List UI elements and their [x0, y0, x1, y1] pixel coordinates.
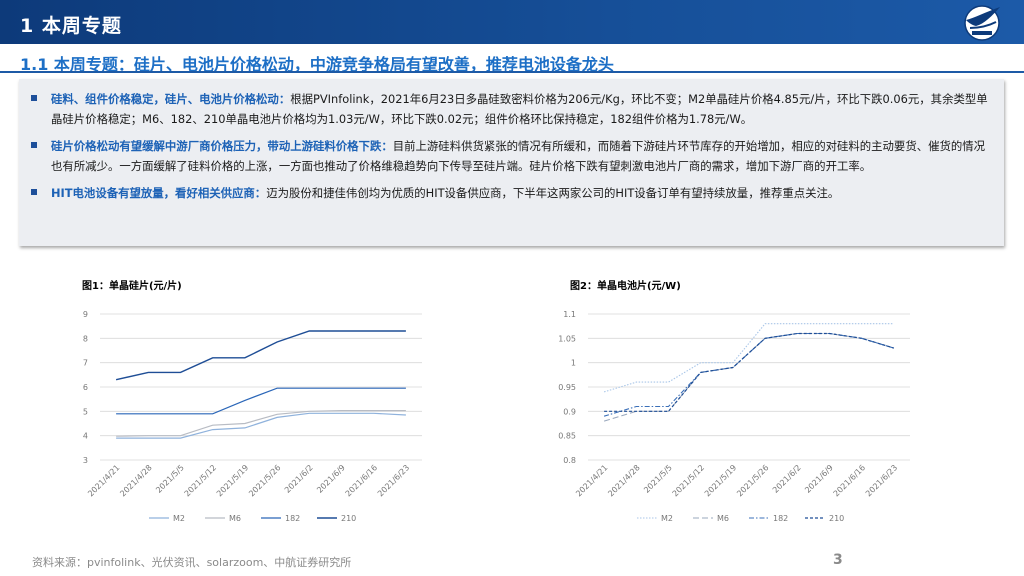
series-line-M2: [603, 323, 894, 393]
x-tick-label: 2021/5/12: [183, 463, 218, 498]
x-tick-label: 2021/5/12: [671, 463, 706, 498]
series-line-182: [603, 332, 895, 417]
legend-label: M6: [229, 514, 241, 523]
bullet-square-icon: [31, 142, 37, 148]
legend-label: M2: [661, 514, 673, 523]
series-line-M6: [116, 409, 406, 437]
page-number: 3: [833, 552, 843, 568]
footer-source: 资料来源：pvinfolink、光伏资讯、solarzoom、中航证券研究所: [32, 556, 352, 569]
y-tick-label: 0.85: [558, 432, 576, 441]
bullet-heading: HIT电池设备有望放量，看好相关供应商：: [51, 186, 267, 200]
x-tick-label: 2021/5/5: [154, 463, 186, 495]
bullet-body: 迈为股份和捷佳伟创均为优质的HIT设备供应商，下半年这两家公司的HIT设备订单有…: [266, 186, 840, 200]
x-tick-label: 2021/4/21: [574, 463, 609, 498]
x-tick-label: 2021/5/19: [703, 463, 738, 498]
legend-label: 182: [773, 514, 788, 523]
y-tick-label: 8: [83, 334, 88, 343]
y-tick-label: 6: [83, 383, 88, 392]
x-tick-label: 2021/4/21: [86, 463, 121, 498]
x-tick-label: 2021/4/28: [606, 463, 641, 498]
legend-label: M6: [717, 514, 729, 523]
y-tick-label: 9: [83, 310, 88, 319]
x-tick-label: 2021/6/23: [864, 463, 899, 498]
y-tick-label: 3: [83, 456, 88, 465]
cell-price-chart: 0.8 0.85 0.9 0.95 1 1.05 1.1 2021/4/212021/4/28…: [558, 310, 910, 523]
x-tick-label: 2021/5/26: [735, 463, 770, 498]
y-tick-label: 0.95: [558, 383, 576, 392]
y-tick-label: 1.1: [563, 310, 576, 319]
bullet-item: 硅片价格松动有望缓解中游厂商价格压力，带动上游硅料价格下跌：目前上游硅料供货紧张…: [31, 136, 990, 176]
series-line-M6: [603, 332, 895, 422]
company-logo-icon: [964, 5, 1000, 41]
legend-label: 210: [341, 514, 356, 523]
y-tick-label: 0.9: [563, 407, 576, 416]
bullet-heading: 硅片价格松动有望缓解中游厂商价格压力，带动上游硅料价格下跌：: [51, 139, 393, 153]
y-tick-label: 1: [571, 359, 576, 368]
header-bar: [0, 0, 1024, 44]
y-tick-label: 4: [83, 432, 88, 441]
x-tick-label: 2021/4/28: [118, 463, 153, 498]
y-tick-label: 7: [83, 359, 88, 368]
y-tick-label: 0.8: [563, 456, 576, 465]
chart-title-wafer: 图1：单晶硅片(元/片): [82, 281, 182, 292]
bullet-square-icon: [31, 189, 37, 195]
x-tick-label: 2021/5/26: [247, 463, 282, 498]
x-tick-label: 2021/6/16: [832, 463, 867, 498]
legend-label: 182: [285, 514, 300, 523]
wafer-price-chart: 34567892021/4/212021/4/28 2021/5/52021/5/…: [83, 310, 422, 523]
legend-label: 210: [829, 514, 844, 523]
series-line-182: [116, 387, 406, 415]
x-tick-label: 2021/6/16: [344, 463, 379, 498]
x-tick-label: 2021/6/23: [376, 463, 411, 498]
page-title: 1 本周专题: [20, 15, 122, 37]
subtitle-divider: [0, 71, 1024, 73]
legend-label: M2: [173, 514, 185, 523]
y-tick-label: 1.05: [558, 334, 576, 343]
chart-title-cell: 图2：单晶电池片(元/W): [570, 281, 681, 292]
bullet-item: 硅料、组件价格稳定，硅片、电池片价格松动：根据PVInfolink，2021年6…: [31, 89, 990, 129]
x-tick-label: 2021/6/2: [771, 463, 803, 495]
bullet-item: HIT电池设备有望放量，看好相关供应商：迈为股份和捷佳伟创均为优质的HIT设备供…: [31, 183, 990, 203]
x-tick-label: 2021/6/9: [803, 463, 835, 495]
x-tick-label: 2021/5/19: [215, 463, 250, 498]
series-line-210: [604, 332, 895, 412]
bullet-square-icon: [31, 95, 37, 101]
x-tick-label: 2021/5/5: [642, 463, 674, 495]
x-tick-label: 2021/6/9: [315, 463, 347, 495]
series-line-M2: [116, 412, 406, 439]
x-tick-label: 2021/6/2: [283, 463, 315, 495]
bullet-heading: 硅料、组件价格稳定，硅片、电池片价格松动：: [51, 92, 291, 106]
summary-box: 硅料、组件价格稳定，硅片、电池片价格松动：根据PVInfolink，2021年6…: [19, 79, 1004, 246]
y-tick-label: 5: [83, 407, 88, 416]
